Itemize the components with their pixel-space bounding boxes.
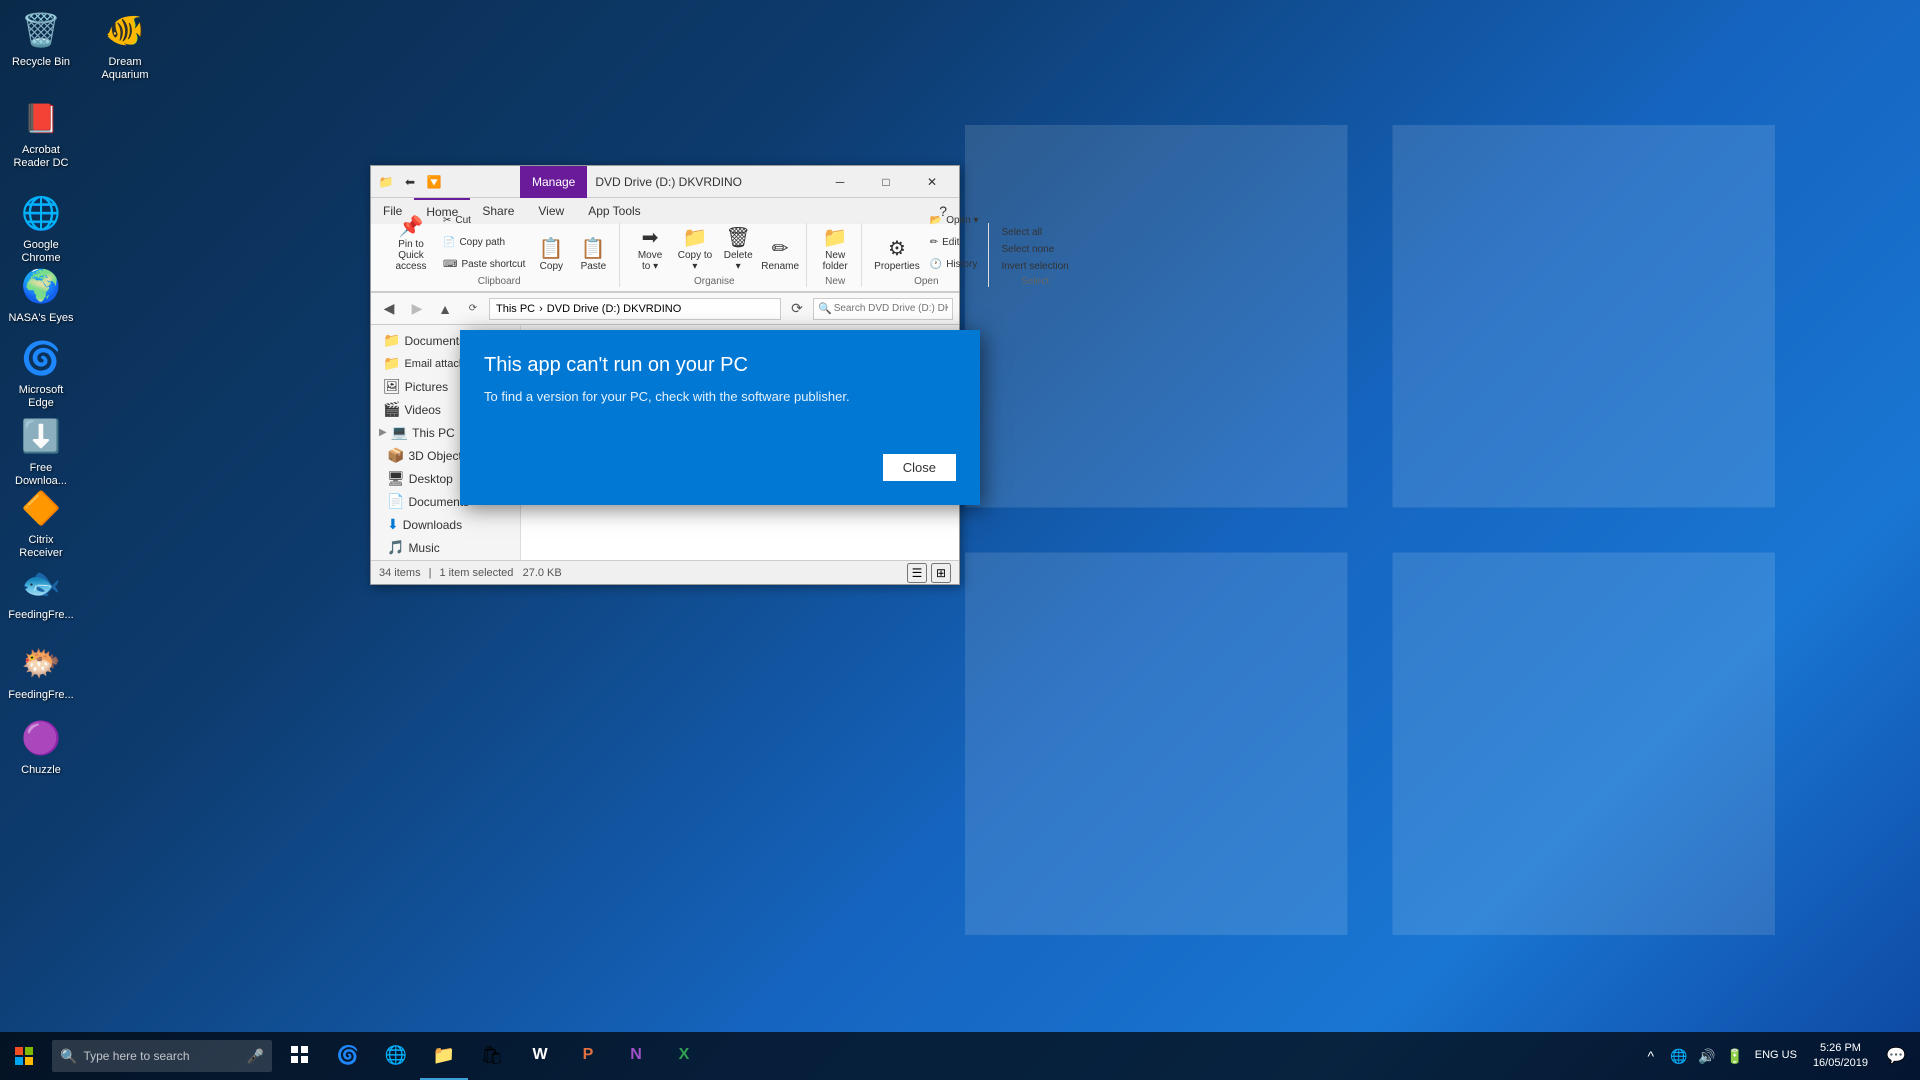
sidebar-item-music[interactable]: 🎵Music (371, 536, 520, 559)
details-view-btn[interactable]: ☰ (907, 563, 927, 583)
dialog-buttons: Close (484, 454, 956, 481)
cut-btn[interactable]: ✂Cut (439, 210, 529, 230)
address-bar: ◀ ▶ ▲ ⟳ This PC › DVD Drive (D:) DKVRDIN… (371, 293, 959, 325)
file-explorer-taskbar-btn[interactable]: 📁 (420, 1032, 468, 1080)
search-input[interactable] (834, 303, 948, 314)
edge-taskbar-btn[interactable]: 🌀 (324, 1032, 372, 1080)
history-btn[interactable]: 🕐History (926, 254, 983, 274)
move-to-btn[interactable]: ➡ Move to ▾ (628, 226, 671, 274)
dream-aquarium-icon[interactable]: 🐠 DreamAquarium (85, 2, 165, 86)
dialog-title: This app can't run on your PC (484, 354, 956, 377)
feedingfrenzy1-icon[interactable]: 🐟 FeedingFre... (1, 555, 81, 626)
ribbon: File Home Share View App Tools ? 📌 Pin t… (371, 198, 959, 293)
status-bar: 34 items | 1 item selected 27.0 KB ☰ ⊞ (371, 560, 959, 584)
back-btn[interactable]: ◀ (377, 297, 401, 321)
sidebar-item-downloads[interactable]: ⬇Downloads (371, 513, 520, 536)
refresh-btn[interactable]: ⟳ (785, 297, 809, 321)
search-icon: 🔍 (818, 302, 832, 315)
citrix-icon[interactable]: 🔶 CitrixReceiver (1, 480, 81, 564)
paste-shortcut-btn[interactable]: ⌨Paste shortcut (439, 254, 529, 274)
customize-btn[interactable]: 🔽 (423, 171, 445, 193)
taskbar-search[interactable]: 🔍 🎤 (52, 1040, 272, 1072)
copy-to-btn[interactable]: 📁 Copy to ▾ (674, 226, 716, 274)
acrobat-reader-icon[interactable]: 📕 AcrobatReader DC (1, 90, 81, 174)
select-none-btn[interactable]: Select none (997, 242, 1072, 257)
select-group: Select all Select none Invert selection … (991, 223, 1078, 287)
prev-locations-btn[interactable]: ⬅ (399, 171, 421, 193)
quick-access-btn[interactable]: 📁 (375, 171, 397, 193)
copy-btn[interactable]: 📋 Copy (531, 226, 571, 274)
up-btn[interactable]: ▲ (433, 297, 457, 321)
large-icons-view-btn[interactable]: ⊞ (931, 563, 951, 583)
search-box[interactable]: 🔍 (813, 298, 953, 320)
select-label: Select (1021, 276, 1049, 287)
delete-btn[interactable]: 🗑 Delete ▾ (718, 226, 758, 274)
forward-btn[interactable]: ▶ (405, 297, 429, 321)
task-view-btn[interactable] (276, 1032, 324, 1080)
feedingfrenzy2-icon[interactable]: 🐡 FeedingFre... (1, 635, 81, 706)
taskbar-lang: ENG US (1751, 1048, 1801, 1063)
network-icon[interactable]: 🌐 (1667, 1044, 1691, 1068)
chrome-taskbar-btn[interactable]: 🌐 (372, 1032, 420, 1080)
pin-to-quick-access-btn[interactable]: 📌 Pin to Quickaccess (385, 226, 437, 274)
select-all-btn[interactable]: Select all (997, 225, 1072, 240)
microsoft-edge-icon[interactable]: 🌀 MicrosoftEdge (1, 330, 81, 414)
edit-btn[interactable]: ✏Edit (926, 232, 983, 252)
copy-path-btn[interactable]: 📄Copy path (439, 232, 529, 252)
dialog-close-button[interactable]: Close (883, 454, 956, 481)
window-title: DVD Drive (D:) DKVRDINO (595, 175, 742, 189)
microphone-icon: 🎤 (247, 1048, 264, 1065)
properties-btn[interactable]: ⚙ Properties (870, 226, 924, 274)
volume-icon[interactable]: 🔊 (1695, 1044, 1719, 1068)
clipboard-label: Clipboard (478, 276, 521, 287)
onenote-taskbar-btn[interactable]: N (612, 1032, 660, 1080)
selected-info: 1 item selected 27.0 KB (439, 567, 561, 579)
clipboard-group: 📌 Pin to Quickaccess ✂Cut 📄Copy path ⌨Pa… (379, 223, 620, 287)
app-error-dialog: This app can't run on your PC To find a … (460, 330, 980, 505)
ribbon-content: 📌 Pin to Quickaccess ✂Cut 📄Copy path ⌨Pa… (371, 224, 959, 292)
title-bar: 📁 ⬅ 🔽 Manage DVD Drive (D:) DKVRDINO ─ □… (371, 166, 959, 198)
maximize-button[interactable]: □ (863, 166, 909, 198)
minimize-button[interactable]: ─ (817, 166, 863, 198)
close-button[interactable]: ✕ (909, 166, 955, 198)
open-label: Open (914, 276, 938, 287)
battery-icon[interactable]: 🔋 (1723, 1044, 1747, 1068)
paste-btn[interactable]: 📋 Paste (573, 226, 613, 274)
taskbar-search-input[interactable] (83, 1049, 233, 1063)
recent-btn[interactable]: ⟳ (461, 297, 485, 321)
nasas-eyes-icon[interactable]: 🌍 NASA's Eyes (1, 258, 81, 329)
open-btn[interactable]: 📂Open ▾ (926, 210, 983, 230)
organise-group: ➡ Move to ▾ 📁 Copy to ▾ 🗑 Delete ▾ ✏ Ren… (622, 223, 807, 287)
windows-logo-decoration (920, 80, 1820, 980)
search-icon: 🔍 (60, 1048, 77, 1065)
new-group: 📁 Newfolder New (809, 223, 862, 287)
manage-tab[interactable]: Manage (520, 166, 587, 198)
excel-taskbar-btn[interactable]: X (660, 1032, 708, 1080)
organise-label: Organise (694, 276, 735, 287)
new-label: New (825, 276, 845, 287)
open-group: ⚙ Properties 📂Open ▾ ✏Edit 🕐History Open (864, 223, 989, 287)
google-chrome-icon[interactable]: 🌐 GoogleChrome (1, 185, 81, 269)
chuzzle-icon[interactable]: 🟣 Chuzzle (1, 710, 81, 781)
store-taskbar-btn[interactable]: 🛍 (468, 1032, 516, 1080)
new-folder-btn[interactable]: 📁 Newfolder (815, 226, 855, 274)
notification-icon[interactable]: 💬 (1880, 1032, 1912, 1080)
address-path[interactable]: This PC › DVD Drive (D:) DKVRDINO (489, 298, 781, 320)
items-count: 34 items (379, 567, 421, 579)
dialog-message: To find a version for your PC, check wit… (484, 389, 956, 438)
start-button[interactable] (0, 1032, 48, 1080)
word-taskbar-btn[interactable]: W (516, 1032, 564, 1080)
taskbar-apps: 🌀 🌐 📁 🛍 W P N X (276, 1032, 1631, 1080)
up-arrow-icon[interactable]: ^ (1639, 1044, 1663, 1068)
system-tray: ^ 🌐 🔊 🔋 ENG US 5:26 PM 16/05/2019 💬 (1631, 1032, 1920, 1080)
rename-btn[interactable]: ✏ Rename (760, 226, 800, 274)
invert-selection-btn[interactable]: Invert selection (997, 259, 1072, 274)
taskbar: 🔍 🎤 🌀 🌐 📁 🛍 W P (0, 1032, 1920, 1080)
taskbar-clock[interactable]: 5:26 PM 16/05/2019 (1805, 1041, 1876, 1072)
recycle-bin-icon[interactable]: 🗑️ Recycle Bin (1, 2, 81, 73)
selected-count: | (429, 567, 432, 579)
powerpoint-taskbar-btn[interactable]: P (564, 1032, 612, 1080)
